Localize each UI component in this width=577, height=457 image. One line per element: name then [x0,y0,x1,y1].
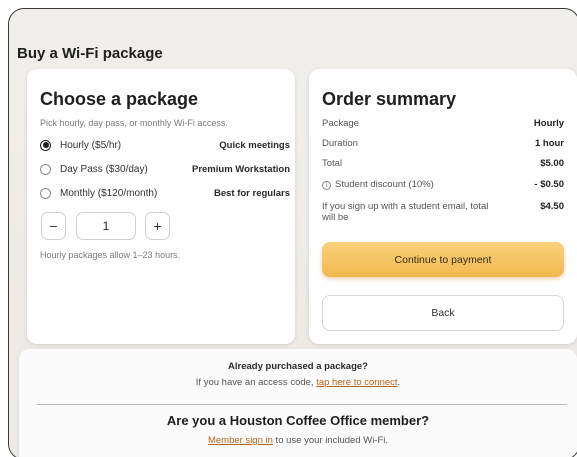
summary-value: Hourly [533,118,564,129]
access-code-text: If you have an access code, [195,377,317,388]
summary-value: - $0.50 [534,179,564,190]
option-label: Day Pass ($30/day) [60,163,148,175]
already-purchased-title: Already purchased a package? [228,361,368,372]
access-code-end: . [397,377,401,388]
summary-row-total: Total $5.00 [322,158,564,169]
back-button[interactable]: Back [322,295,564,331]
option-monthly[interactable]: Monthly ($120/month) Best for regulars [40,184,290,202]
summary-label: Student discount (10%) [335,179,434,190]
radio-monthly[interactable] [40,187,51,199]
summary-label: Total [322,158,343,169]
increment-button[interactable]: + [145,212,170,240]
member-sign-in-link[interactable]: Member sign in [208,435,273,446]
continue-to-payment-button[interactable]: Continue to payment [322,242,564,277]
option-label: Monthly ($120/month) [60,187,158,199]
order-summary-card: Order summary Package Hourly Duration 1 … [309,69,577,344]
divider [37,404,567,405]
hours-hint: Hourly packages allow 1–23 hours. [40,250,181,260]
app-frame: Buy a Wi-Fi package Choose a package Pic… [8,8,577,457]
package-card: Choose a package Pick hourly, day pass, … [27,69,295,344]
summary-label: Duration [322,138,358,149]
option-day-pass[interactable]: Day Pass ($30/day) Premium Workstation [40,160,290,178]
option-label: Hourly ($5/hr) [60,139,122,151]
page-title: Buy a Wi-Fi package [17,45,163,62]
summary-label: If you sign up with a student email, tot… [322,201,489,223]
summary-value: $5.00 [540,158,564,169]
summary-value: 1 hour [534,138,564,149]
summary-value: $4.50 [540,201,564,212]
package-heading: Choose a package [40,89,199,109]
package-subtitle: Pick hourly, day pass, or monthly Wi-Fi … [40,118,228,128]
bottom-panel: Already purchased a package? If you have… [19,349,577,457]
summary-row-student-total: If you sign up with a student email, tot… [322,201,564,223]
summary-heading: Order summary [322,89,457,109]
option-tag: Premium Workstation [191,163,290,175]
summary-row-duration: Duration 1 hour [322,138,564,149]
member-title: Are you a Houston Coffee Office member? [166,413,430,428]
connect-link[interactable]: tap here to connect [316,377,397,388]
option-tag: Quick meetings [219,139,290,151]
info-icon: i [322,181,331,190]
access-code-line: If you have an access code, tap here to … [19,377,577,388]
member-line: Member sign in to use your included Wi-F… [19,435,577,446]
quantity-field[interactable]: 1 [76,212,136,240]
option-tag: Best for regulars [213,187,290,199]
summary-row-discount: i Student discount (10%) - $0.50 [322,179,564,190]
summary-label: Package [322,118,359,129]
decrement-button[interactable]: − [41,212,66,240]
radio-hourly[interactable] [40,139,51,151]
option-hourly[interactable]: Hourly ($5/hr) Quick meetings [40,136,290,154]
radio-day-pass[interactable] [40,163,51,175]
member-text: to use your included Wi-Fi. [272,435,389,446]
summary-row-package: Package Hourly [322,118,564,129]
